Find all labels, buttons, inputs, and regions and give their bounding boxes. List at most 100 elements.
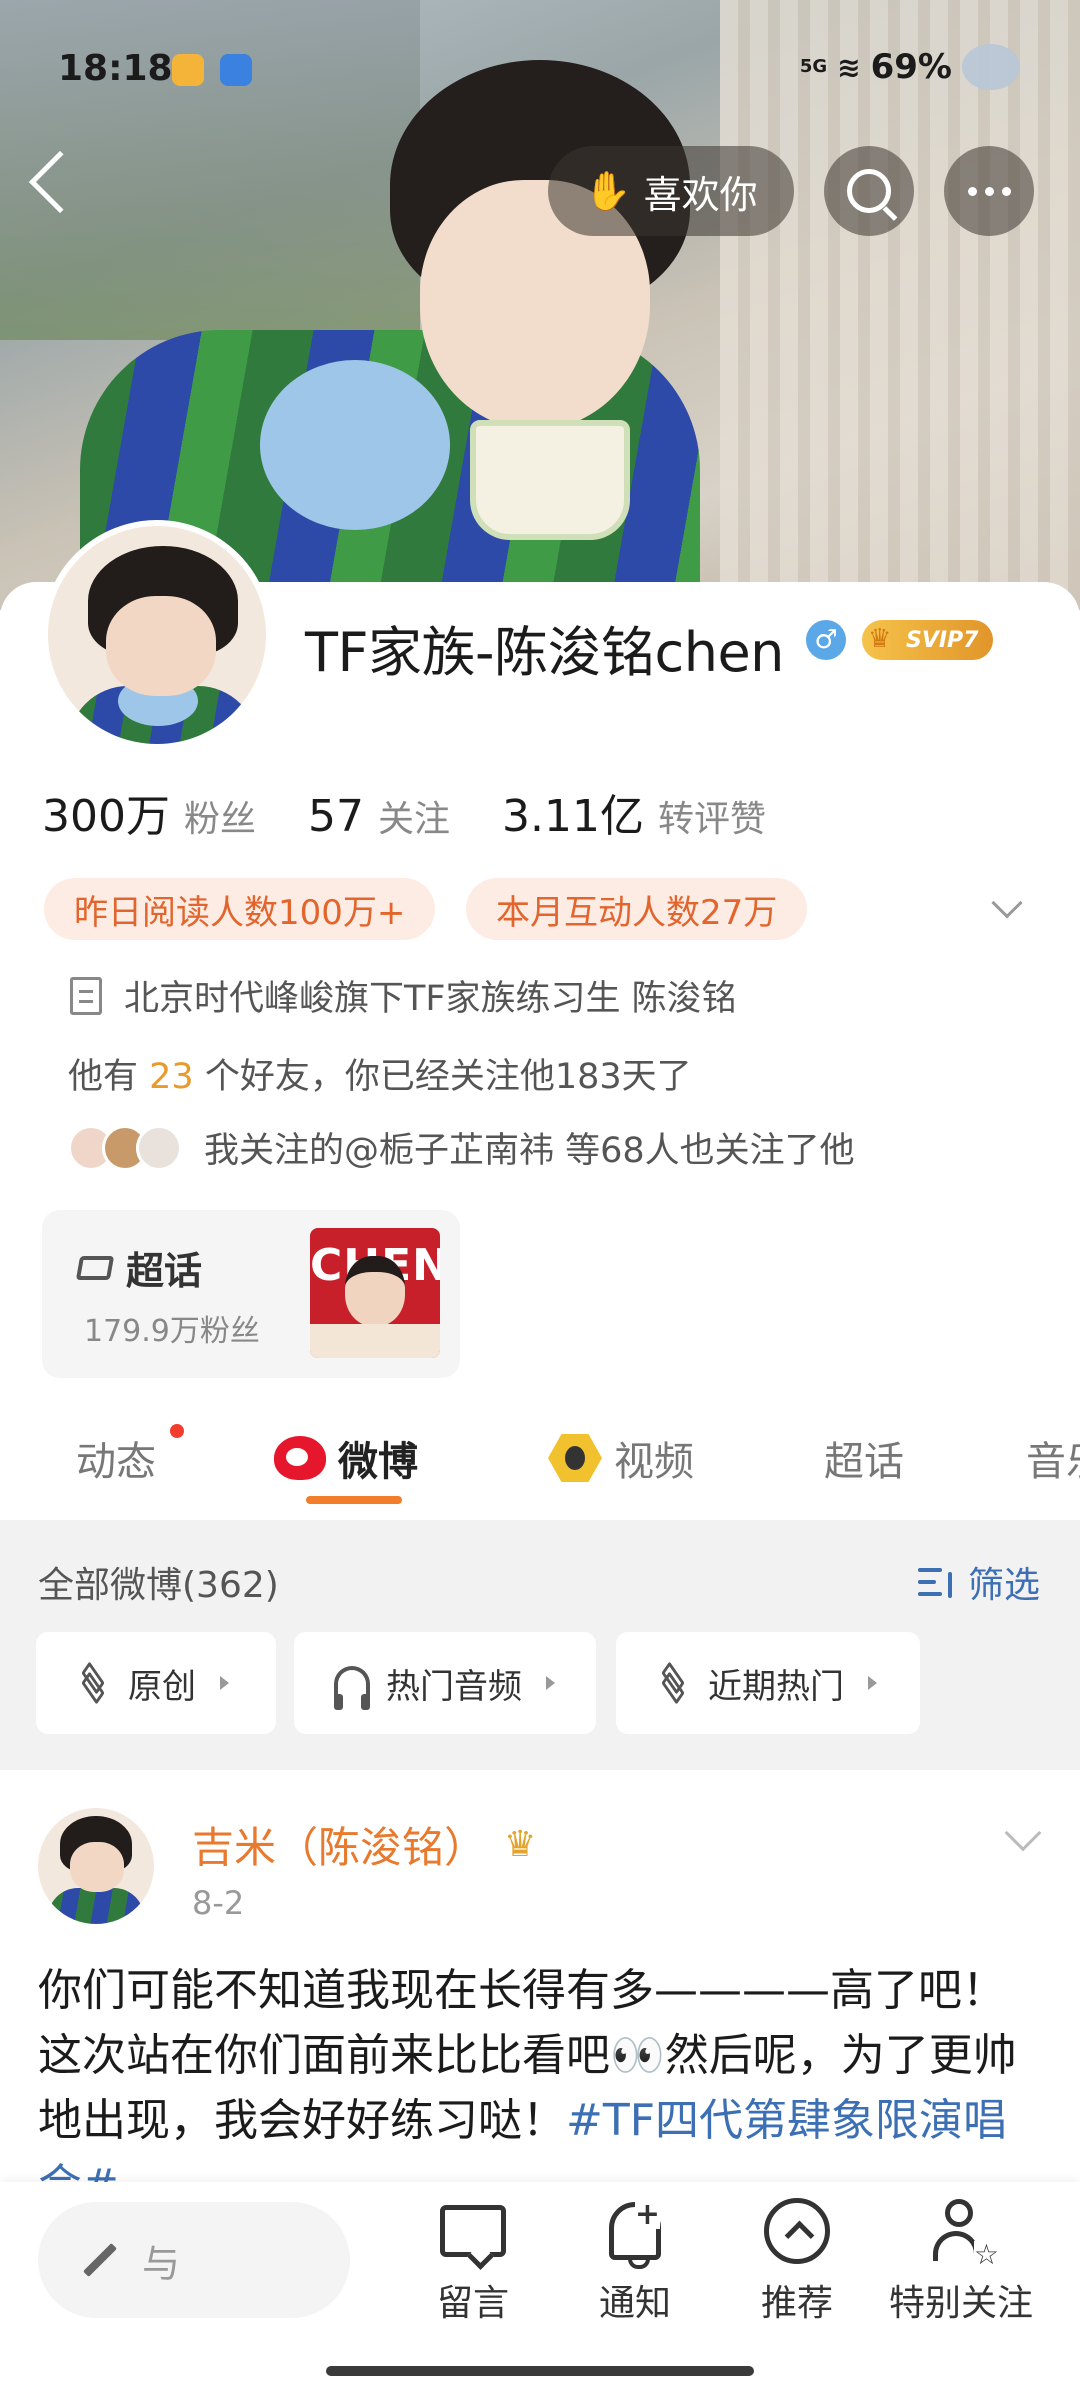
special-follow-label: 特别关注	[888, 2283, 1033, 2324]
crown-badge-icon: ♛	[504, 1824, 537, 1865]
post-author-name: 吉米（陈浚铭）	[192, 1823, 487, 1872]
network-icon: 5G	[799, 56, 828, 77]
triangle-right-icon	[220, 1676, 229, 1690]
following-count[interactable]: 57	[308, 791, 364, 842]
tab-super-topic-label: 超话	[824, 1439, 904, 1485]
special-follow-button[interactable]: ☆ 特别关注	[878, 2196, 1044, 2326]
mutual-followers[interactable]: 我关注的@栀子芷南祎 等68人也关注了他	[68, 1122, 855, 1173]
more-button[interactable]	[944, 146, 1034, 236]
diamond-icon	[75, 1255, 115, 1280]
status-right: 5G ≋ 69%	[800, 44, 1020, 90]
hand-icon: ✋	[584, 168, 632, 213]
post-author-avatar[interactable]	[38, 1808, 154, 1924]
document-icon	[70, 976, 102, 1015]
recommend-button[interactable]: 推荐	[722, 2196, 872, 2326]
chevron-up-circle-icon	[764, 2198, 830, 2264]
svip-badge[interactable]: ♛ SVIP7	[862, 620, 993, 660]
profile-tabs: 动态 微博 视频 超话 音乐	[0, 1418, 1080, 1518]
tab-weibo[interactable]: 微博	[274, 1418, 418, 1498]
filter-button[interactable]: 筛选	[917, 1556, 1040, 1608]
recommend-label: 推荐	[760, 2283, 833, 2324]
tab-dynamic[interactable]: 动态	[76, 1418, 184, 1498]
comment-placeholder: 与	[142, 2241, 181, 2286]
like-button[interactable]: ✋ 喜欢你	[548, 146, 794, 236]
profile-avatar[interactable]	[42, 520, 272, 750]
triangle-right-icon	[868, 1676, 877, 1690]
chip-hot-audio[interactable]: 热门音频	[294, 1632, 596, 1734]
chip-hot-audio-label: 热门音频	[386, 1666, 522, 1707]
cover-curtain	[720, 0, 1080, 610]
profile-name: TF家族-陈浚铭chen	[305, 621, 784, 684]
battery-level: 69%	[870, 47, 952, 87]
headphone-icon	[334, 1666, 370, 1710]
tab-video[interactable]: 视频	[548, 1418, 694, 1498]
cover-headphones	[260, 360, 450, 530]
message-notification-icon	[220, 54, 252, 86]
filter-icon	[917, 1566, 958, 1598]
new-dot-badge	[170, 1424, 184, 1438]
pencil-icon	[83, 2243, 117, 2277]
intro-text: 北京时代峰峻旗下TF家族练习生 陈浚铭	[124, 979, 737, 1019]
active-tab-indicator	[306, 1496, 402, 1504]
post-date: 8-2	[192, 1884, 245, 1922]
post-menu-chevron-icon[interactable]	[1004, 1814, 1042, 1852]
chip-original[interactable]: 原创	[36, 1632, 276, 1734]
profile-stats: 300万 粉丝 57 关注 3.11亿 转评赞	[42, 780, 818, 844]
tab-video-label: 视频	[614, 1439, 694, 1485]
monthly-interactions-pill[interactable]: 本月互动人数27万	[466, 878, 808, 940]
more-icon	[967, 186, 1011, 196]
search-button[interactable]	[824, 146, 914, 236]
following-label[interactable]: 关注	[378, 790, 450, 842]
friends-prefix: 他有	[68, 1057, 150, 1097]
wifi-icon: ≋	[837, 50, 861, 84]
filter-label: 筛选	[967, 1565, 1040, 1606]
all-weibo-count[interactable]: 全部微博(362)	[38, 1556, 279, 1608]
mutual-avatars	[68, 1124, 182, 1171]
fans-count[interactable]: 300万	[42, 780, 170, 844]
chip-recent-hot-label: 近期热门	[708, 1666, 844, 1707]
cover-mug	[470, 420, 630, 540]
notify-label: 通知	[598, 2283, 671, 2324]
daily-reads-pill[interactable]: 昨日阅读人数100万+	[44, 878, 436, 940]
tab-super-topic[interactable]: 超话	[824, 1418, 904, 1498]
person-star-icon: ☆	[931, 2199, 999, 2269]
cover-image	[0, 0, 1080, 610]
friends-info[interactable]: 他有 23 个好友，你已经关注他183天了	[68, 1048, 692, 1099]
mutual-text: 我关注的@栀子芷南祎 等68人也关注了他	[204, 1131, 855, 1171]
layers-icon	[76, 1661, 112, 1705]
home-indicator[interactable]	[326, 2366, 754, 2376]
friends-suffix: 个好友，你已经关注他183天了	[193, 1057, 692, 1097]
message-button[interactable]: 留言	[398, 2196, 548, 2326]
male-gender-icon: ♂	[806, 620, 846, 660]
comment-input[interactable]: 与	[38, 2202, 350, 2318]
tab-weibo-label: 微博	[338, 1439, 418, 1485]
super-topic-thumbnail[interactable]: CHEN	[310, 1228, 440, 1358]
post-author[interactable]: 吉米（陈浚铭） ♛	[192, 1814, 536, 1875]
chip-recent-hot[interactable]: 近期热门	[616, 1632, 920, 1734]
interactions-count: 3.11亿	[502, 791, 644, 842]
weibo-logo-icon	[274, 1436, 326, 1480]
crown-icon: ♛	[868, 624, 892, 654]
like-label: 喜欢你	[643, 172, 758, 217]
triangle-right-icon	[546, 1676, 555, 1690]
message-label: 留言	[436, 2283, 509, 2324]
weibo-notification-icon	[172, 54, 204, 86]
bell-icon: +	[609, 2200, 661, 2269]
tab-dynamic-label: 动态	[76, 1439, 156, 1485]
post-text[interactable]: 你们可能不知道我现在长得有多————高了吧！这次站在你们面前来比比看吧👀然后呢，…	[38, 1958, 1048, 2186]
fans-label[interactable]: 粉丝	[184, 790, 256, 842]
status-time: 18:18	[58, 48, 173, 89]
profile-intro: 北京时代峰峻旗下TF家族练习生 陈浚铭	[70, 970, 737, 1021]
notify-button[interactable]: + 通知	[560, 2196, 710, 2326]
floating-bubble-icon[interactable]	[962, 44, 1020, 90]
layers-icon	[656, 1661, 692, 1705]
tab-music-label: 音乐	[1026, 1439, 1080, 1485]
super-topic-label: 超话	[126, 1249, 203, 1293]
video-icon	[548, 1434, 602, 1482]
chip-original-label: 原创	[128, 1666, 196, 1707]
super-topic-title: 超话	[75, 1240, 203, 1295]
search-icon	[847, 169, 891, 213]
tab-music[interactable]: 音乐	[1026, 1418, 1080, 1498]
svip-label: SVIP7	[906, 627, 979, 653]
friends-count: 23	[149, 1057, 194, 1097]
